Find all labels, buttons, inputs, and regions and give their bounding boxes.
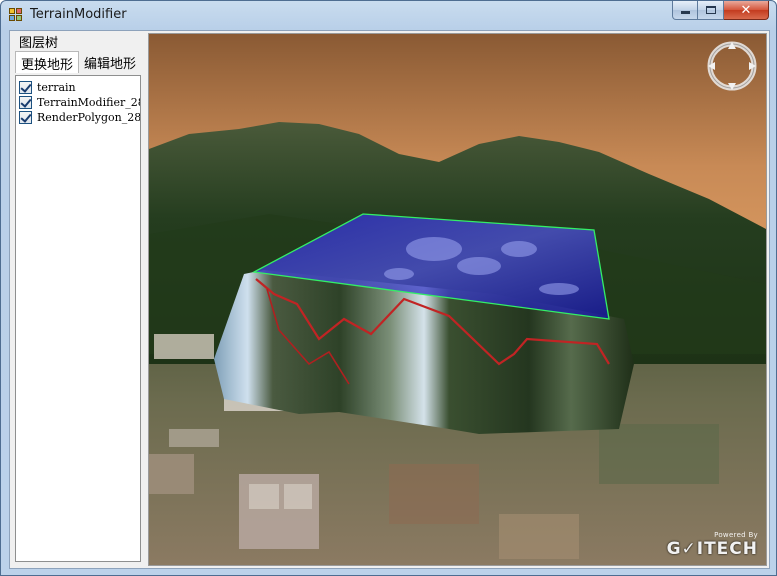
layer-panel: 图层树 更换地形 编辑地形 terrain TerrainModifier_28… — [10, 31, 145, 568]
tab-edit-terrain[interactable]: 编辑地形 — [79, 51, 141, 73]
vendor-logo: Powered By G✓ITECH — [667, 531, 758, 559]
close-icon: ✕ — [740, 2, 752, 18]
close-button[interactable]: ✕ — [724, 1, 769, 20]
window-controls: ✕ — [672, 1, 769, 20]
layer-item-render-polygon[interactable]: RenderPolygon_2870 — [19, 110, 141, 124]
layer-panel-title: 图层树 — [19, 36, 59, 51]
layer-label: RenderPolygon_2870 — [37, 110, 141, 124]
logo-powered-text: Powered By — [714, 531, 758, 539]
client-area: 图层树 更换地形 编辑地形 terrain TerrainModifier_28… — [9, 30, 770, 569]
layer-item-terrain-modifier[interactable]: TerrainModifier_28 — [19, 95, 141, 109]
layer-tree[interactable]: terrain TerrainModifier_28 RenderPolygon… — [15, 75, 141, 562]
layer-checkbox[interactable] — [19, 95, 32, 109]
window-title: TerrainModifier — [30, 7, 127, 22]
logo-brand-text: G✓ITECH — [666, 539, 758, 559]
application-window: TerrainModifier ✕ 图层树 更换地形 编辑地形 terrain … — [0, 0, 777, 576]
3d-viewport[interactable]: Powered By G✓ITECH — [148, 33, 767, 566]
minimize-icon — [680, 11, 690, 14]
maximize-icon — [705, 6, 716, 14]
app-icon — [9, 8, 23, 22]
layer-checkbox[interactable] — [19, 110, 32, 124]
tab-replace-terrain[interactable]: 更换地形 — [15, 51, 80, 73]
minimize-button[interactable] — [672, 1, 698, 20]
layer-label: TerrainModifier_28 — [37, 95, 141, 109]
navigation-compass-icon[interactable] — [706, 40, 758, 92]
title-bar[interactable]: TerrainModifier ✕ — [1, 1, 776, 29]
terrain-scene — [149, 34, 766, 565]
maximize-button[interactable] — [698, 1, 724, 20]
layer-label: terrain — [37, 80, 76, 94]
layer-item-terrain[interactable]: terrain — [19, 80, 76, 94]
layer-checkbox[interactable] — [19, 80, 32, 94]
tab-strip: 更换地形 编辑地形 — [15, 51, 141, 73]
